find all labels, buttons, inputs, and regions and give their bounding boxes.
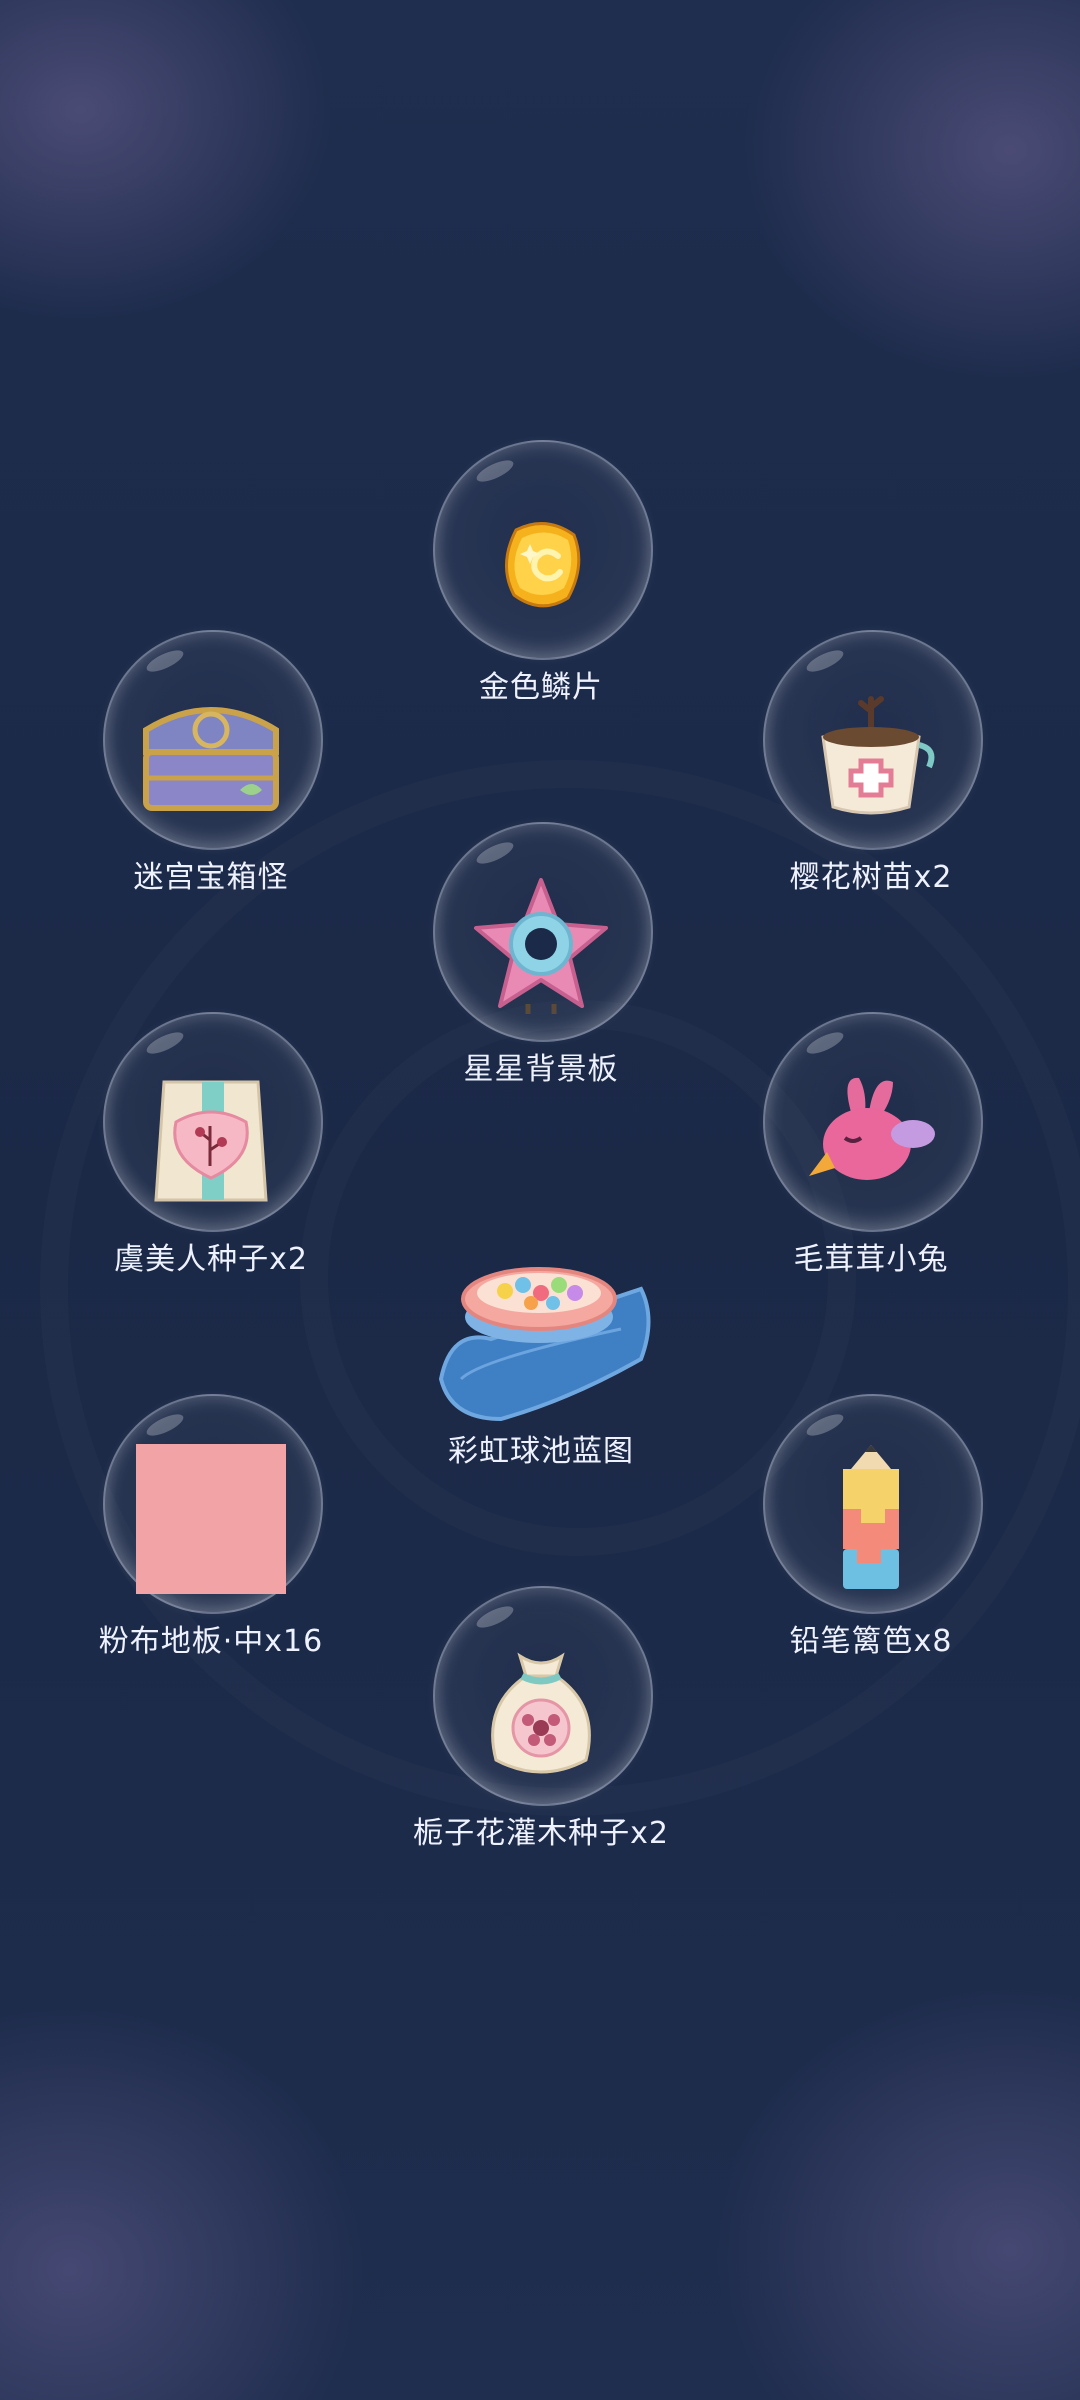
pink-bunny-icon xyxy=(809,1077,935,1180)
reward-star-backdrop[interactable]: 星星背景板 xyxy=(421,822,661,1087)
reward-label: 粉布地板·中x16 xyxy=(98,1624,324,1659)
reward-label: 毛茸茸小兔 xyxy=(793,1242,949,1277)
reward-label: 金色鳞片 xyxy=(479,670,603,705)
reward-gardenia-seeds[interactable]: 栀子花灌木种子x2 xyxy=(413,1586,668,1851)
ball-pit-blueprint-icon xyxy=(438,1267,651,1422)
reward-label: 栀子花灌木种子x2 xyxy=(413,1816,669,1851)
reward-pink-cloth-floor[interactable]: 粉布地板·中x16 xyxy=(91,1394,331,1659)
reward-label: 迷宫宝箱怪 xyxy=(133,860,289,895)
golden-scale-icon xyxy=(504,522,581,608)
reward-maze-chest-monster[interactable]: 迷宫宝箱怪 xyxy=(91,630,331,895)
reward-label: 樱花树苗x2 xyxy=(789,860,953,895)
reward-label: 彩虹球池蓝图 xyxy=(448,1434,634,1469)
seed-bag-icon xyxy=(491,1652,591,1774)
reward-fluffy-bunny[interactable]: 毛茸茸小兔 xyxy=(751,1012,991,1277)
reward-label: 虞美人种子x2 xyxy=(114,1242,308,1277)
reward-rainbow-ball-pit[interactable]: 彩虹球池蓝图 xyxy=(421,1204,661,1469)
star-board-icon xyxy=(474,878,608,1014)
pencil-fence-icon xyxy=(843,1445,899,1589)
seed-packet-icon xyxy=(154,1080,268,1202)
reward-label: 星星背景板 xyxy=(463,1052,619,1087)
reward-sakura-sapling[interactable]: 樱花树苗x2 xyxy=(751,630,991,895)
sapling-pot-icon xyxy=(821,696,935,815)
treasure-chest-icon xyxy=(143,707,279,811)
pink-floor-tile-icon xyxy=(136,1444,286,1594)
reward-golden-scale[interactable]: 金色鳞片 xyxy=(421,440,661,705)
reward-label: 铅笔篱笆x8 xyxy=(789,1624,953,1659)
reward-poppy-seeds[interactable]: 虞美人种子x2 xyxy=(91,1012,331,1277)
reward-pencil-fence[interactable]: 铅笔篱笆x8 xyxy=(751,1394,991,1659)
